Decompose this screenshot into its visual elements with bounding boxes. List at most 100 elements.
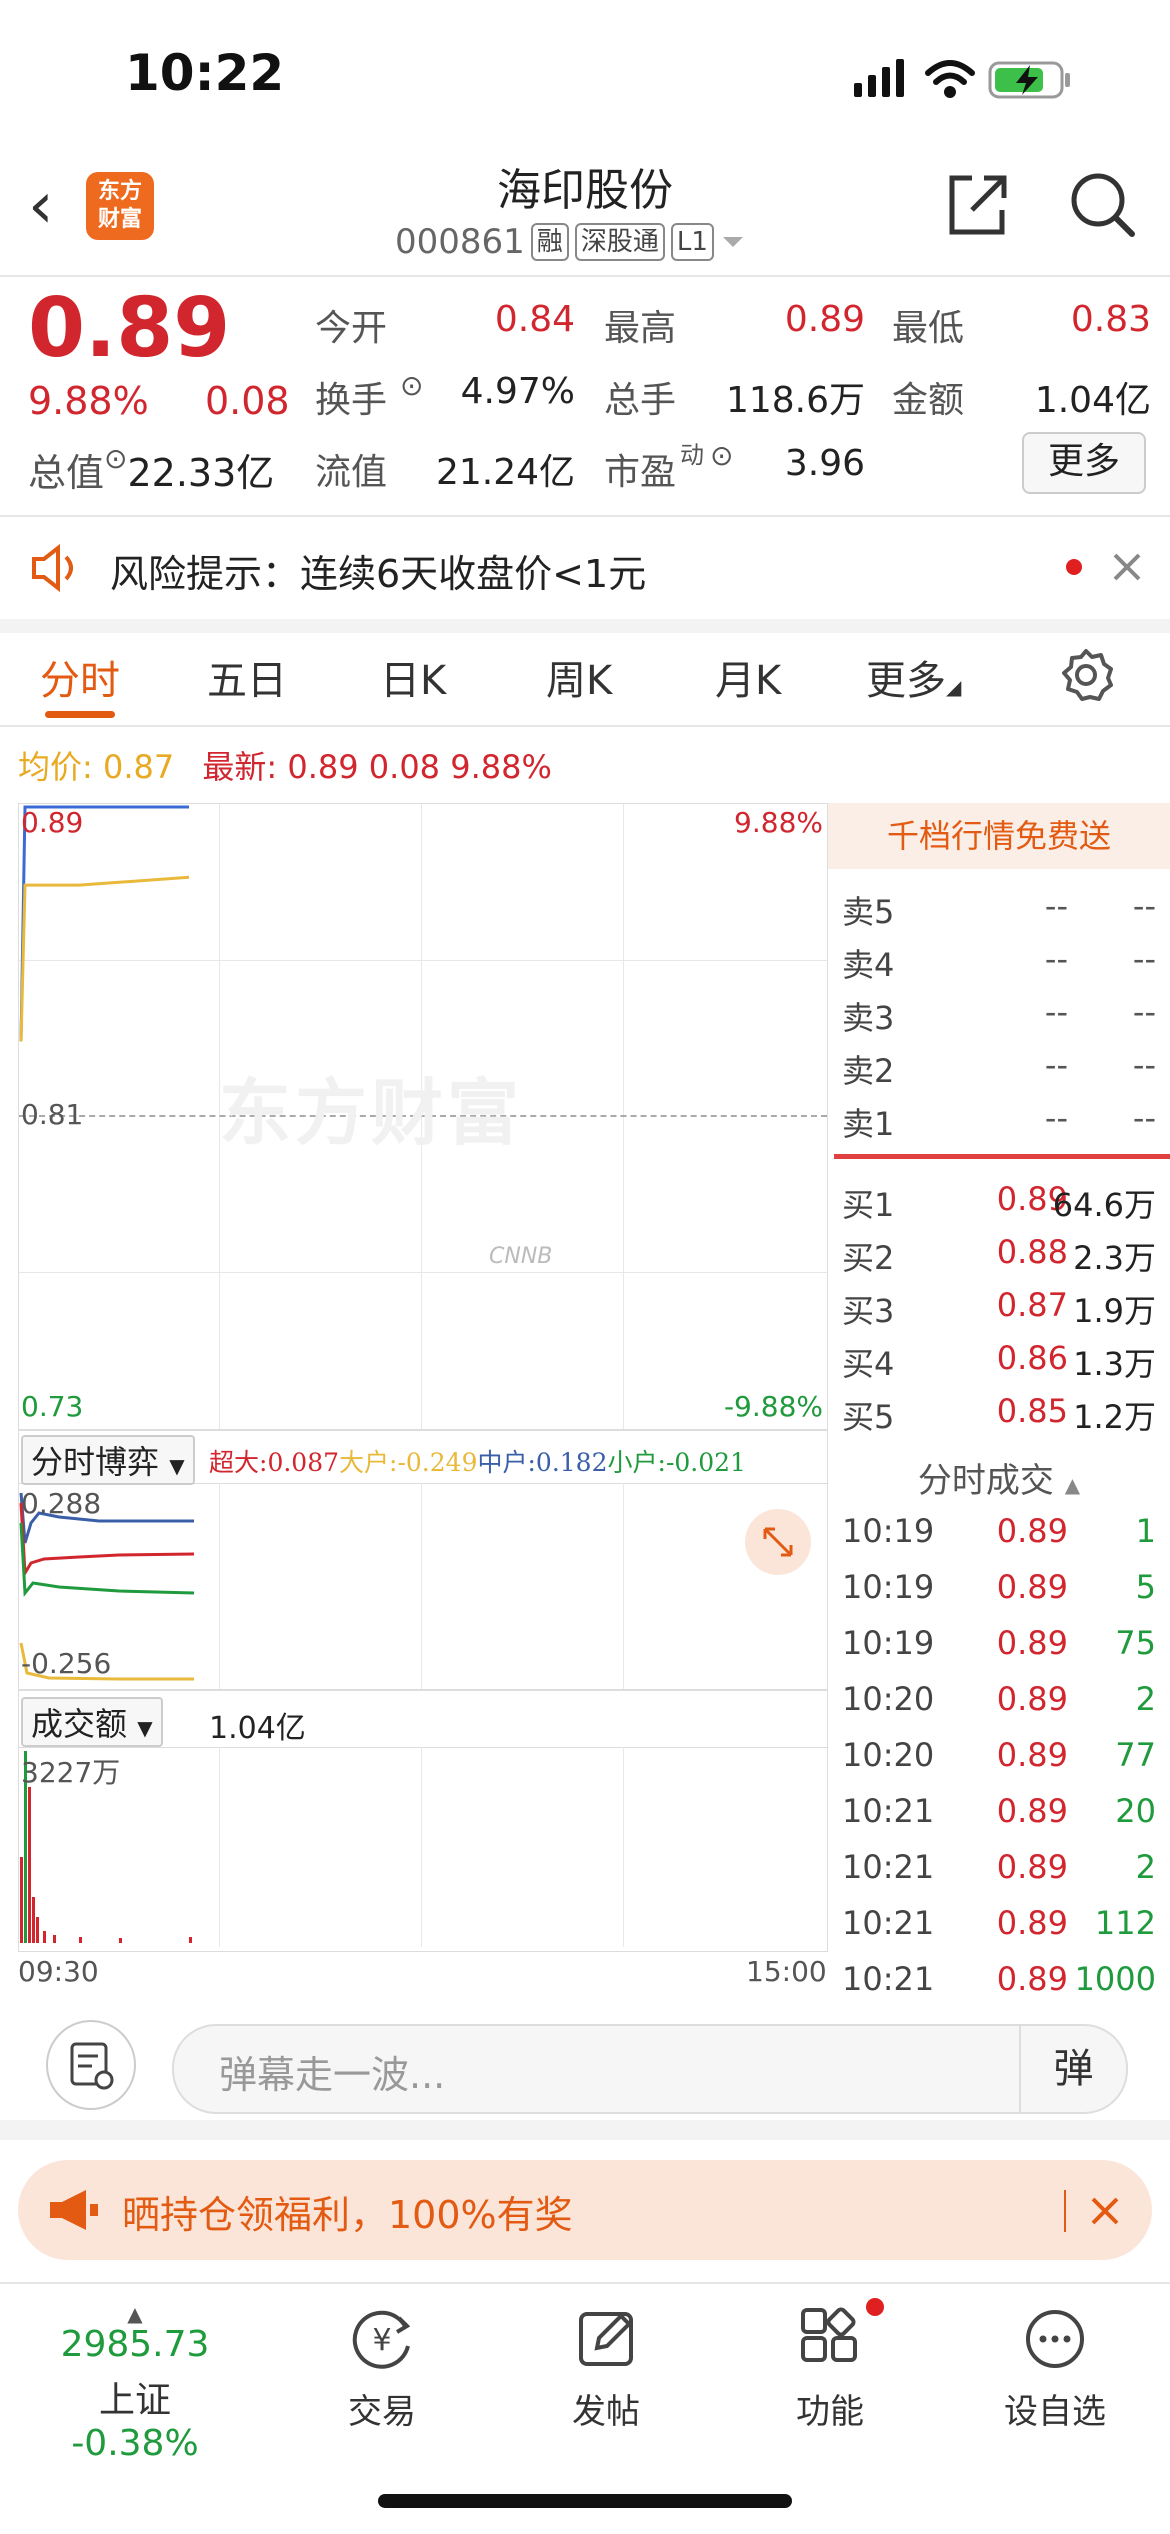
- tab-weekly-k[interactable]: 周K: [546, 648, 612, 706]
- capital-y-min: -0.256: [21, 1647, 112, 1680]
- current-price: 0.89: [28, 281, 231, 376]
- trade-time: 10:21: [842, 1848, 935, 1886]
- chevron-down-icon: [722, 237, 743, 247]
- speaker-icon: [32, 543, 73, 593]
- nav-post-label: 发帖: [572, 2392, 640, 2432]
- market-cap-label: 总值: [28, 451, 105, 495]
- tab-more[interactable]: 更多◢: [866, 648, 961, 706]
- quote-panel: 0.89 9.88% 0.08 总值⊙22.33亿 今开 0.84 最高 0.8…: [0, 277, 1170, 517]
- tab-more-label: 更多: [866, 658, 946, 704]
- bid-volume: 1.9万: [1073, 1292, 1156, 1330]
- danmu-input[interactable]: 弹幕走一波... 弹: [172, 2024, 1128, 2114]
- index-ticker[interactable]: ▲ 2985.73 上证 -0.38%: [35, 2304, 235, 2464]
- index-name: 上证: [98, 2380, 171, 2421]
- ask-row: 卖4 -- --: [828, 934, 1170, 987]
- danmu-settings-button[interactable]: [46, 2020, 136, 2110]
- nav-add-watchlist[interactable]: 设自选: [955, 2304, 1155, 2433]
- small-value: -0.021: [665, 1448, 746, 1477]
- tab-indicator: [45, 711, 115, 718]
- promo-text: 晒持仓领福利，100%有奖: [122, 2193, 573, 2237]
- volume-header: 成交额 ▼ 1.04亿: [19, 1691, 827, 1748]
- turnover-value: 4.97%: [460, 371, 575, 412]
- ask-level: 卖5: [842, 893, 895, 931]
- danmu-toggle-button[interactable]: 弹: [1019, 2026, 1126, 2112]
- grid-line: [219, 1483, 220, 1689]
- bid-price: 0.86: [996, 1339, 1068, 1377]
- float-cap-value: 21.24亿: [435, 452, 575, 493]
- ask-level: 卖2: [842, 1052, 895, 1090]
- large-value: -0.249: [397, 1448, 478, 1477]
- capital-selector-label: 分时博弈: [31, 1443, 160, 1481]
- trades-title[interactable]: 分时成交 ▲: [828, 1453, 1170, 1502]
- nav-trade[interactable]: ¥ 交易: [282, 2304, 482, 2433]
- grid-line: [421, 1747, 422, 1947]
- latest-label: 最新:: [202, 748, 278, 786]
- battery-charging-icon: [988, 61, 1070, 99]
- volume-selector[interactable]: 成交额 ▼: [21, 1697, 163, 1747]
- high-value: 0.89: [784, 299, 865, 340]
- risk-alert[interactable]: 风险提示：连续6天收盘价<1元: [0, 517, 1170, 633]
- promo-banner[interactable]: 晒持仓领福利，100%有奖: [18, 2160, 1152, 2260]
- danmu-bar: 弹幕走一波... 弹: [0, 1990, 1170, 2140]
- avg-label: 均价:: [18, 748, 93, 786]
- more-circle-icon: [1026, 2310, 1084, 2368]
- y-mid-label: 0.81: [21, 1098, 84, 1131]
- open-value: 0.84: [494, 299, 575, 340]
- trade-price: 0.89: [996, 1904, 1068, 1942]
- trade-volume: 112: [1094, 1904, 1156, 1942]
- trade-row: 10:21 0.89 2: [828, 1842, 1170, 1895]
- pct-max-label: 9.88%: [734, 806, 823, 839]
- grid-line: [623, 1747, 624, 1947]
- search-icon[interactable]: [1068, 170, 1138, 240]
- capital-selector[interactable]: 分时博弈 ▼: [21, 1435, 195, 1485]
- trade-row: 10:21 0.89 112: [828, 1898, 1170, 1951]
- unread-dot: [1066, 559, 1082, 575]
- trade-time: 10:19: [842, 1512, 935, 1550]
- trade-volume: 1: [1135, 1512, 1156, 1550]
- nav-post[interactable]: 发帖: [506, 2304, 706, 2433]
- grid-icon: [801, 2307, 857, 2362]
- wifi-icon: [925, 60, 975, 98]
- price-line-chart: [19, 805, 190, 1042]
- chevron-down-icon: ▼: [137, 1716, 153, 1740]
- ask-volume: --: [1132, 1046, 1156, 1084]
- latest-change: 0.08: [368, 748, 441, 786]
- close-icon[interactable]: [1110, 550, 1144, 584]
- info-icon[interactable]: ⊙: [400, 369, 423, 402]
- stock-code-row[interactable]: 000861 融 深股通 L1: [395, 222, 746, 262]
- settings-gear-icon[interactable]: [1058, 647, 1114, 703]
- ask-level: 卖1: [842, 1105, 895, 1143]
- stock-code: 000861: [395, 222, 525, 262]
- change-amount: 0.08: [205, 379, 290, 423]
- price-series-line: [19, 805, 189, 1042]
- more-button[interactable]: 更多: [1022, 432, 1146, 494]
- bid-row: 买5 0.85 1.2万: [828, 1386, 1170, 1439]
- tab-monthly-k[interactable]: 月K: [715, 648, 781, 706]
- avg-value: 0.87: [102, 748, 175, 786]
- bid-volume: 1.3万: [1073, 1345, 1156, 1383]
- expand-button[interactable]: [745, 1509, 811, 1575]
- nav-functions[interactable]: 功能: [730, 2298, 930, 2433]
- trade-row: 10:19 0.89 1: [828, 1506, 1170, 1559]
- index-value: 2985.73: [60, 2324, 210, 2365]
- trade-row: 10:19 0.89 75: [828, 1618, 1170, 1671]
- index-pct: -0.38%: [71, 2423, 199, 2464]
- trade-volume: 20: [1115, 1792, 1156, 1830]
- yen-refresh-icon: ¥: [352, 2310, 411, 2369]
- ask-row: 卖1 -- --: [828, 1093, 1170, 1146]
- trades-title-label: 分时成交: [917, 1461, 1054, 1501]
- tab-intraday[interactable]: 分时: [40, 648, 120, 706]
- close-icon[interactable]: [1088, 2194, 1122, 2228]
- level2-promo[interactable]: 千档行情免费送: [828, 803, 1170, 869]
- medium-label: 中户:: [477, 1448, 536, 1477]
- intraday-chart[interactable]: 东方财富 CNNB 0.89 0.81 0.73 9.88% -9.88%: [18, 803, 828, 1430]
- caret-icon: ◢: [946, 675, 962, 699]
- tab-daily-k[interactable]: 日K: [380, 648, 446, 706]
- info-icon[interactable]: ⊙: [104, 442, 127, 475]
- tab-five-day[interactable]: 五日: [207, 648, 287, 706]
- ask-price: --: [1044, 1099, 1068, 1137]
- notification-dot: [866, 2298, 884, 2316]
- share-icon[interactable]: [942, 170, 1012, 240]
- info-icon[interactable]: ⊙: [710, 439, 733, 472]
- pe-dynamic-sup: 动: [680, 441, 704, 469]
